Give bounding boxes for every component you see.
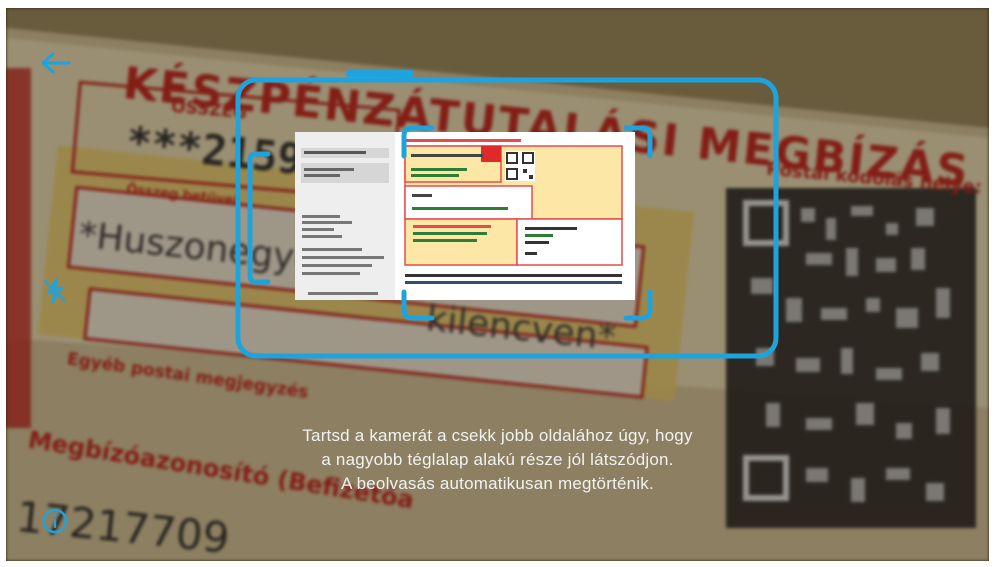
cheque-illustration (295, 132, 635, 300)
flash-off-icon (43, 277, 67, 305)
instruction-line-3: A beolvasás automatikusan megtörténik. (341, 474, 654, 493)
instruction-line-2: a nagyobb téglalap alakú része jól látsz… (321, 450, 674, 469)
flash-toggle-button[interactable] (38, 274, 72, 308)
camera-scanner-screen: KÉSZPÉNZÁTUTALÁSI MEGBÍZÁS ÖSSZEG ***215… (6, 8, 989, 561)
back-button[interactable] (36, 48, 76, 78)
info-icon (42, 508, 68, 534)
scan-instruction-text: Tartsd a kamerát a csekk jobb oldalához … (166, 424, 829, 496)
frame-top-tab (346, 70, 414, 77)
back-arrow-icon (41, 52, 71, 74)
info-button[interactable] (38, 504, 72, 538)
left-side-bracket (247, 151, 271, 285)
instruction-line-1: Tartsd a kamerát a csekk jobb oldalához … (302, 426, 693, 445)
